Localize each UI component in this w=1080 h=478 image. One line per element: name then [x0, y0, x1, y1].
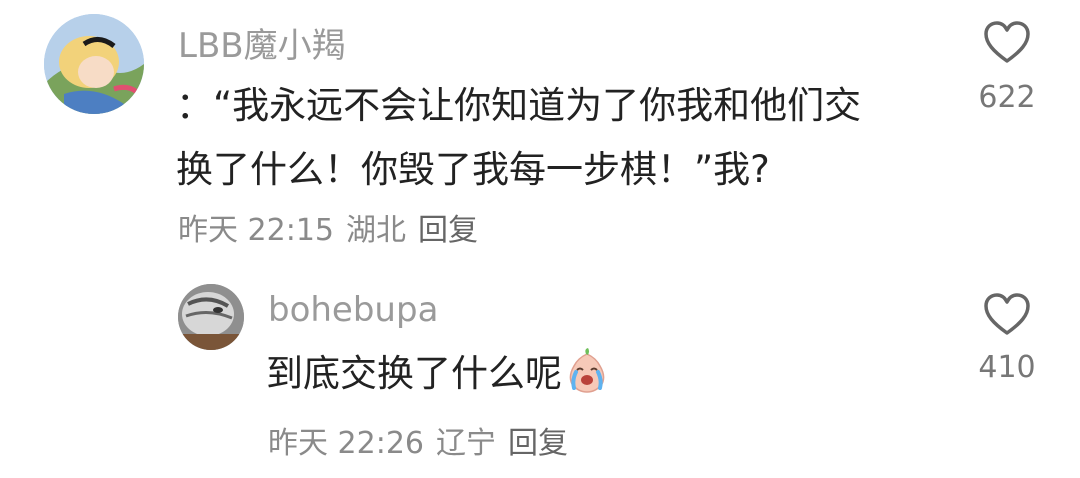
- comment-meta: 昨天 22:26 辽宁 回复: [268, 418, 580, 462]
- heart-icon: [984, 293, 1030, 335]
- comment-location: 湖北: [346, 213, 406, 248]
- comment-username[interactable]: LBB魔小羯: [178, 18, 346, 67]
- reply-button[interactable]: 回复: [418, 213, 478, 248]
- comment-username[interactable]: bohebupa: [268, 290, 438, 330]
- reply-button[interactable]: 回复: [508, 426, 568, 461]
- comment-text-content: 到底交换了什么呢: [266, 352, 562, 395]
- user-avatar[interactable]: [178, 284, 244, 350]
- crying-peach-emoji-icon: [564, 348, 610, 414]
- cartoon-girl-avatar-icon: [44, 14, 144, 114]
- like-count: 410: [978, 350, 1036, 385]
- comment-item: LBB魔小羯 ：“我永远不会让你知道为了你我和他们交 换了什么！你毁了我每一步棋…: [0, 0, 1080, 250]
- like-count: 622: [978, 80, 1036, 115]
- user-avatar[interactable]: [44, 14, 144, 114]
- like-button[interactable]: 622: [972, 20, 1042, 115]
- like-button[interactable]: 410: [972, 292, 1042, 385]
- comment-location: 辽宁: [436, 426, 496, 461]
- cat-avatar-icon: [178, 284, 244, 350]
- comment-time: 昨天 22:26: [268, 426, 424, 461]
- heart-icon: [984, 21, 1030, 63]
- reply-item: bohebupa 到底交换了什么呢 昨天 22:26 辽宁 回复 410: [0, 270, 1080, 470]
- comment-time: 昨天 22:15: [178, 213, 334, 248]
- comment-text: 到底交换了什么呢: [266, 342, 610, 414]
- comment-text: ：“我永远不会让你知道为了你我和他们交 换了什么！你毁了我每一步棋！”我?: [176, 74, 936, 202]
- comment-text-line: ：“我永远不会让你知道为了你我和他们交: [176, 84, 862, 127]
- comment-text-line: 换了什么！你毁了我每一步棋！”我?: [176, 148, 770, 191]
- comment-meta: 昨天 22:15 湖北 回复: [178, 205, 490, 249]
